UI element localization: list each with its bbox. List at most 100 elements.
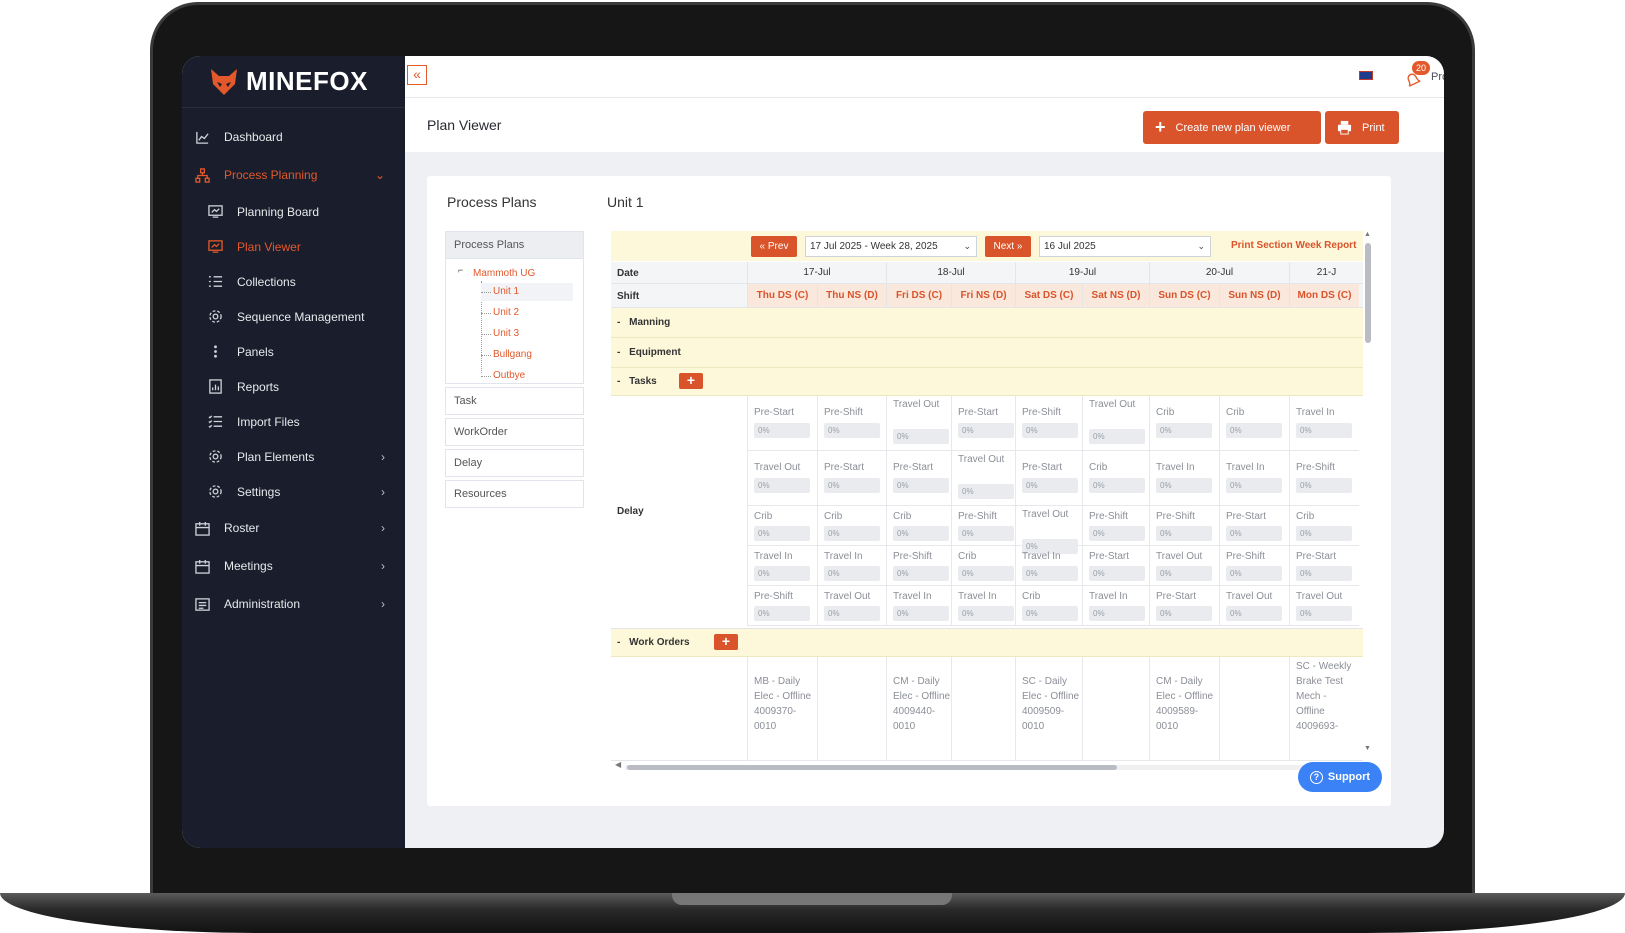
delay-cell[interactable]: Pre-Start 0% [1149, 586, 1219, 626]
tree-node-unit-2[interactable]: Unit 2 [481, 304, 573, 322]
work-order-cell[interactable]: MB - Daily Elec - Offline 4009370-0010 [747, 657, 817, 761]
section-work-orders[interactable]: - Work Orders + [611, 629, 1363, 657]
delay-cell[interactable]: Pre-Shift 0% [886, 546, 951, 586]
collapse-sidebar-icon[interactable]: « [407, 65, 427, 85]
delay-cell[interactable]: Travel Out 0% [951, 451, 1015, 506]
shift-header-cell[interactable]: Thu NS (D) [817, 284, 886, 307]
delay-cell[interactable]: Travel Out 0% [1015, 506, 1082, 554]
delay-cell[interactable]: Crib 0% [886, 506, 951, 546]
vertical-scrollbar[interactable]: ▲ ▼ [1364, 231, 1372, 761]
work-order-cell[interactable] [1082, 657, 1149, 761]
sidebar-item-roster[interactable]: Roster › [182, 509, 405, 547]
delay-cell[interactable]: Travel Out 0% [1149, 546, 1219, 586]
accordion-delay[interactable]: Delay [445, 449, 584, 477]
delay-cell[interactable]: Travel Out 0% [1219, 586, 1289, 626]
delay-cell[interactable]: Travel Out 0% [1082, 396, 1149, 451]
delay-cell[interactable]: Pre-Start 0% [1082, 546, 1149, 586]
sidebar-item-collections[interactable]: Collections [182, 264, 405, 299]
delay-cell[interactable]: Pre-Start 0% [1015, 451, 1082, 506]
shift-header-cell[interactable]: Sun NS (D) [1219, 284, 1289, 307]
sidebar-item-meetings[interactable]: Meetings › [182, 547, 405, 585]
sidebar-item-administration[interactable]: Administration › [182, 585, 405, 623]
shift-header-cell[interactable]: Fri NS (D) [951, 284, 1015, 307]
delay-cell[interactable]: Travel In 0% [817, 546, 886, 586]
work-order-cell[interactable]: SC - Weekly Brake Test Mech - Offline 40… [1289, 657, 1359, 761]
delay-cell[interactable]: Crib 0% [1082, 451, 1149, 506]
sidebar-item-settings[interactable]: Settings › [182, 474, 405, 509]
accordion-process-plans[interactable]: Process Plans [445, 231, 584, 259]
work-order-cell[interactable]: CM - Daily Elec - Offline 4009440-0010 [886, 657, 951, 761]
sidebar-item-sequence-management[interactable]: Sequence Management [182, 299, 405, 334]
work-order-cell[interactable]: CM - Daily Elec - Offline 4009589-0010 [1149, 657, 1219, 761]
next-week-button[interactable]: Next » [985, 236, 1031, 257]
shift-header-cell[interactable]: Fri DS (C) [886, 284, 951, 307]
shift-header-cell[interactable]: Sat DS (C) [1015, 284, 1082, 307]
sidebar-item-plan-elements[interactable]: Plan Elements › [182, 439, 405, 474]
week-select[interactable]: 17 Jul 2025 - Week 28, 2025 ⌄ [805, 236, 977, 257]
delay-cell[interactable]: Crib 0% [1219, 396, 1289, 451]
accordion-workorder[interactable]: WorkOrder [445, 418, 584, 446]
delay-cell[interactable]: Travel Out 0% [747, 451, 817, 506]
delay-cell[interactable]: Crib 0% [951, 546, 1015, 586]
add-task-button[interactable]: + [679, 373, 703, 389]
delay-cell[interactable]: Pre-Start 0% [1289, 546, 1359, 586]
scroll-left-icon[interactable]: ◀ [615, 760, 621, 769]
sidebar-item-planning-board[interactable]: Planning Board [182, 194, 405, 229]
delay-cell[interactable]: Pre-Shift 0% [747, 586, 817, 626]
delay-cell[interactable]: Travel In 0% [747, 546, 817, 586]
delay-cell[interactable]: Travel In 0% [1289, 396, 1359, 451]
sidebar-item-plan-viewer[interactable]: Plan Viewer [182, 229, 405, 264]
tree-node-bullgang[interactable]: Bullgang [481, 346, 573, 364]
date-select[interactable]: 16 Jul 2025 ⌄ [1039, 236, 1211, 257]
delay-cell[interactable]: Pre-Shift 0% [1015, 396, 1082, 451]
work-order-cell[interactable] [1219, 657, 1289, 761]
user-name[interactable]: ProdMateTraining\jjult [1431, 71, 1444, 83]
create-plan-viewer-button[interactable]: + Create new plan viewer [1143, 111, 1321, 144]
delay-cell[interactable]: Pre-Shift 0% [1289, 451, 1359, 506]
delay-cell[interactable]: Travel In 0% [951, 586, 1015, 626]
delay-cell[interactable]: Pre-Start 0% [951, 396, 1015, 451]
delay-cell[interactable]: Pre-Start 0% [747, 396, 817, 451]
tree-root-node[interactable]: Mammoth UG [473, 268, 535, 279]
delay-cell[interactable]: Crib 0% [747, 506, 817, 546]
horizontal-scrollbar[interactable]: ◀ [615, 760, 1357, 771]
section-tasks[interactable]: - Tasks + [611, 368, 1363, 396]
tree-expand-icon[interactable]: ⌐ [458, 265, 463, 275]
notifications[interactable]: 20 [1403, 61, 1430, 88]
delay-cell[interactable]: Travel Out 0% [886, 396, 951, 451]
section-equipment[interactable]: - Equipment [611, 338, 1363, 368]
prev-week-button[interactable]: « Prev [751, 236, 797, 257]
delay-cell[interactable]: Pre-Start 0% [817, 451, 886, 506]
delay-cell[interactable]: Crib 0% [817, 506, 886, 546]
sidebar-item-dashboard[interactable]: Dashboard [182, 118, 405, 156]
sidebar-item-process-planning[interactable]: Process Planning ⌄ [182, 156, 405, 194]
delay-cell[interactable]: Pre-Shift 0% [1219, 546, 1289, 586]
scroll-thumb[interactable] [1365, 243, 1371, 343]
shift-header-cell[interactable]: Mon DS (C) [1289, 284, 1359, 307]
delay-cell[interactable]: Travel In 0% [1219, 451, 1289, 506]
delay-cell[interactable]: Travel In 0% [1149, 451, 1219, 506]
delay-cell[interactable]: Crib 0% [1289, 506, 1359, 546]
scroll-down-icon[interactable]: ▼ [1364, 745, 1371, 752]
delay-cell[interactable]: Travel In 0% [1015, 546, 1082, 586]
delay-cell[interactable]: Travel In 0% [1082, 586, 1149, 626]
delay-cell[interactable]: Pre-Shift 0% [1149, 506, 1219, 546]
delay-cell[interactable]: Travel Out 0% [817, 586, 886, 626]
scroll-up-icon[interactable]: ▲ [1364, 231, 1371, 238]
work-order-cell[interactable]: SC - Daily Elec - Offline 4009509-0010 [1015, 657, 1082, 761]
scroll-thumb[interactable] [627, 765, 1117, 770]
section-manning[interactable]: - Manning [611, 308, 1363, 338]
add-work-order-button[interactable]: + [714, 634, 738, 650]
shift-header-cell[interactable]: Sun DS (C) [1149, 284, 1219, 307]
shift-header-cell[interactable]: Thu DS (C) [747, 284, 817, 307]
delay-cell[interactable]: Pre-Start 0% [1219, 506, 1289, 546]
work-order-cell[interactable] [951, 657, 1015, 761]
delay-cell[interactable]: Pre-Shift 0% [817, 396, 886, 451]
accordion-resources[interactable]: Resources [445, 480, 584, 508]
sidebar-item-panels[interactable]: Panels [182, 334, 405, 369]
accordion-task[interactable]: Task [445, 387, 584, 415]
delay-cell[interactable]: Travel Out 0% [1289, 586, 1359, 626]
delay-cell[interactable]: Pre-Shift 0% [1082, 506, 1149, 546]
print-button[interactable]: Print [1325, 111, 1399, 144]
sidebar-item-reports[interactable]: Reports [182, 369, 405, 404]
